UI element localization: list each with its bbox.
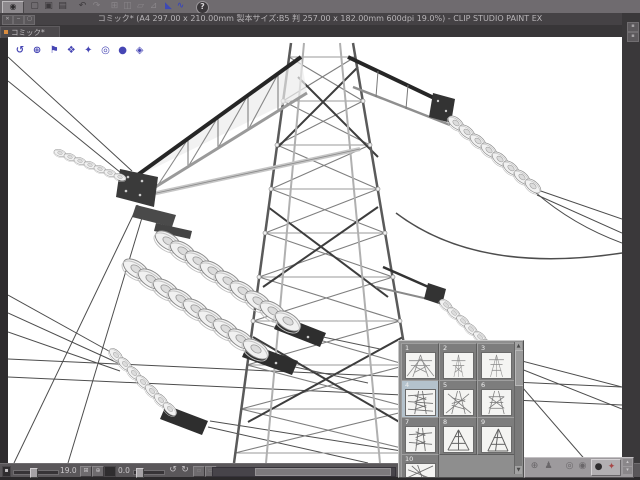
collapse-top-button[interactable]: ▪ bbox=[627, 22, 639, 32]
camera-pan-icon[interactable]: ⊕ bbox=[31, 45, 43, 57]
camera-rotate-icon[interactable]: ↺ bbox=[14, 45, 26, 57]
preset-number: 3 bbox=[481, 344, 486, 352]
object-launcher-footer: ⊕ ♟ ◎ ◉ ● ✦ ▴ ▾ bbox=[524, 457, 634, 478]
preset-number: 2 bbox=[443, 344, 448, 352]
open-file-icon[interactable]: ▣ bbox=[42, 0, 55, 13]
preset-item-5[interactable]: 5 bbox=[439, 380, 477, 418]
horizontal-scroll-thumb[interactable] bbox=[255, 468, 391, 476]
undo-icon[interactable]: ↶ bbox=[76, 0, 89, 13]
window-title: コミック* (A4 297.00 x 210.00mm 製本サイズ:B5 判 2… bbox=[97, 14, 543, 23]
clear-icon[interactable]: ⊞ bbox=[108, 0, 121, 13]
save-icon[interactable]: ▤ bbox=[56, 0, 69, 13]
preset-item-10[interactable]: 10 bbox=[401, 454, 439, 477]
zoom-slider-handle[interactable] bbox=[30, 468, 38, 478]
insulator-chain-right bbox=[444, 112, 544, 198]
title-bar: ✕ ─ ▢ コミック* (A4 297.00 x 210.00mm 製本サイズ:… bbox=[0, 13, 640, 25]
object-rotate-icon[interactable]: ✦ bbox=[82, 45, 94, 57]
preset-thumbnail bbox=[481, 426, 512, 453]
zoom-value: 19.0 bbox=[60, 466, 77, 475]
preset-number: 10 bbox=[405, 455, 414, 463]
preset-item-8[interactable]: 8 bbox=[439, 417, 477, 455]
preset-thumbnail bbox=[405, 463, 436, 477]
canvas[interactable] bbox=[8, 37, 622, 463]
scale-rotate-icon[interactable]: ▱ bbox=[134, 0, 147, 13]
fill-icon[interactable]: ◫ bbox=[121, 0, 134, 13]
preset-thumbnail bbox=[405, 389, 436, 416]
rotation-slider-handle[interactable] bbox=[136, 468, 144, 478]
preset-thumbnail bbox=[405, 426, 436, 453]
launcher-spinner: ▴ ▾ bbox=[623, 459, 632, 474]
horizontal-scrollbar[interactable] bbox=[212, 467, 396, 477]
preset-number: 9 bbox=[481, 418, 486, 426]
pose-tool-icon[interactable]: ◈ bbox=[134, 45, 146, 57]
rotation-slider[interactable] bbox=[133, 468, 165, 478]
spinner-down-icon[interactable]: ▾ bbox=[623, 467, 632, 474]
preset-item-4-selected[interactable]: 4 bbox=[401, 380, 439, 418]
render-ball-icon[interactable]: ● bbox=[592, 461, 605, 474]
preset-item-3[interactable]: 3 bbox=[477, 343, 515, 381]
object-launcher-tools: ↺ ⊕ ⚑ ❖ ✦ ◎ ● ◈ bbox=[14, 38, 146, 56]
rotate-ccw-button[interactable]: ↺ bbox=[168, 466, 178, 475]
collapse-bottom-button[interactable]: ▪ bbox=[627, 32, 639, 42]
preset-number: 8 bbox=[443, 418, 448, 426]
preset-thumbnail-panel: 1 2 3 4 5 6 7 8 9 10 ▲ ▼ bbox=[398, 340, 524, 478]
modified-dot-icon bbox=[4, 30, 8, 34]
rotation-value: 0.0 bbox=[118, 466, 130, 475]
preset-thumbnail bbox=[443, 426, 474, 453]
tower-drawing bbox=[8, 42, 622, 463]
scroll-up-icon[interactable]: ▲ bbox=[515, 342, 522, 350]
insulator-chain-lower-left bbox=[105, 345, 180, 420]
fit-to-screen-button[interactable]: ⊞ bbox=[80, 466, 92, 477]
send-material-icon[interactable]: ✦ bbox=[605, 461, 618, 474]
scroll-down-icon[interactable]: ▼ bbox=[515, 466, 522, 474]
preset-number: 5 bbox=[443, 381, 448, 389]
preset-item-2[interactable]: 2 bbox=[439, 343, 477, 381]
preset-item-9[interactable]: 9 bbox=[477, 417, 515, 455]
preset-number: 7 bbox=[405, 418, 410, 426]
preset-item-1[interactable]: 1 bbox=[401, 343, 439, 381]
object-move-icon[interactable]: ❖ bbox=[65, 45, 77, 57]
tab-strip: コミック* bbox=[0, 25, 640, 38]
clip-studio-icon: ◉ bbox=[9, 2, 17, 11]
new-file-icon[interactable]: ▢ bbox=[28, 0, 41, 13]
preset-thumbnail bbox=[481, 352, 512, 379]
insulator-chain-top-left bbox=[52, 147, 128, 184]
preset-number: 6 bbox=[481, 381, 486, 389]
object-orbit-icon[interactable]: ◎ bbox=[99, 45, 111, 57]
crop-icon[interactable]: ⊿ bbox=[147, 0, 160, 13]
snap-special-ruler-icon[interactable]: ∿ bbox=[174, 0, 187, 13]
material-sphere-dark-icon[interactable]: ◉ bbox=[576, 460, 589, 473]
light-source-icon[interactable]: ● bbox=[117, 45, 129, 57]
pose-figure-icon[interactable]: ♟ bbox=[542, 460, 555, 473]
rotate-cw-button[interactable]: ↻ bbox=[180, 466, 190, 475]
command-bar: ◉ ▢ ▣ ▤ ↶ ↷ ⊞ ◫ ▱ ⊿ ◣ ∿ # ? bbox=[0, 0, 640, 14]
material-sphere-icon[interactable]: ◎ bbox=[563, 460, 576, 473]
panel-scrollbar[interactable]: ▲ ▼ bbox=[514, 342, 523, 474]
preset-thumbnail bbox=[405, 352, 436, 379]
camera-zoom-icon[interactable]: ⚑ bbox=[48, 45, 60, 57]
panel-scroll-thumb[interactable] bbox=[515, 350, 523, 386]
preset-item-6[interactable]: 6 bbox=[477, 380, 515, 418]
spinner-up-icon[interactable]: ▴ bbox=[623, 459, 632, 466]
zoom-slider[interactable] bbox=[13, 468, 59, 478]
preset-number: 4 bbox=[405, 381, 410, 389]
preset-thumbnail bbox=[443, 352, 474, 379]
preset-thumbnail bbox=[443, 389, 474, 416]
reset-view-button[interactable]: ▫ bbox=[193, 466, 205, 477]
preset-item-7[interactable]: 7 bbox=[401, 417, 439, 455]
launcher-active-group: ● ✦ bbox=[591, 459, 621, 476]
preset-thumbnail bbox=[481, 389, 512, 416]
actual-size-button[interactable] bbox=[104, 466, 116, 477]
nav-pin-button[interactable]: ▪ bbox=[2, 466, 11, 477]
right-edge-strip: ▪ ▪ bbox=[622, 13, 640, 476]
redo-icon[interactable]: ↷ bbox=[90, 0, 103, 13]
zoom-100-button[interactable]: ⊕ bbox=[92, 466, 104, 477]
camera-preset-icon[interactable]: ⊕ bbox=[528, 460, 541, 473]
preset-number: 1 bbox=[405, 344, 410, 352]
